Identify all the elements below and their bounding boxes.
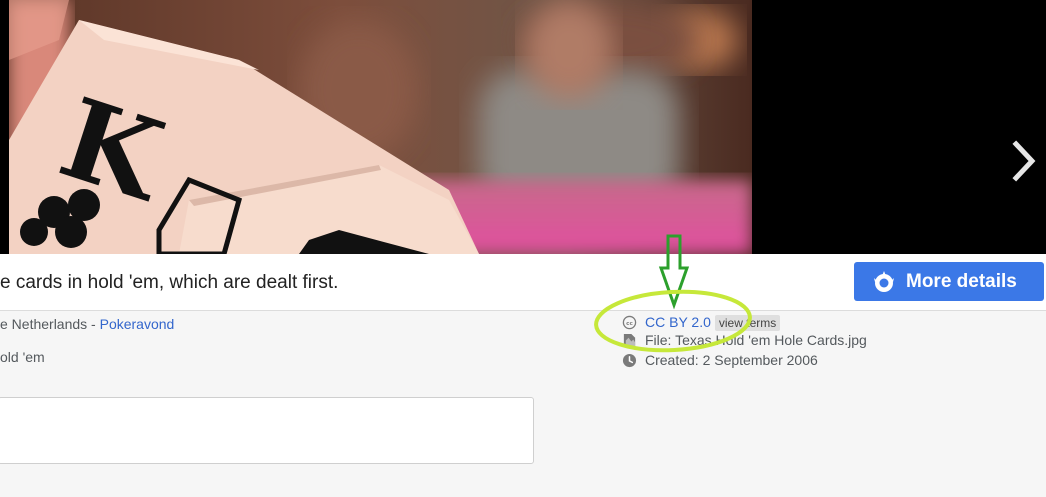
more-details-button[interactable]: More details bbox=[854, 262, 1044, 301]
file-line: File: Texas Hold 'em Hole Cards.jpg bbox=[622, 332, 867, 348]
license-line: cc CC BY 2.0 view terms bbox=[622, 314, 781, 331]
view-terms-button[interactable]: view terms bbox=[714, 315, 781, 331]
created-date: Created: 2 September 2006 bbox=[645, 352, 818, 368]
category-text: old 'em bbox=[0, 349, 45, 365]
author-line: e Netherlands - Pokeravond bbox=[0, 316, 174, 332]
file-icon bbox=[623, 333, 636, 348]
image-caption: e cards in hold 'em, which are dealt fir… bbox=[0, 272, 339, 293]
file-name: File: Texas Hold 'em Hole Cards.jpg bbox=[645, 332, 867, 348]
author-link[interactable]: Pokeravond bbox=[100, 316, 175, 332]
created-line: Created: 2 September 2006 bbox=[622, 352, 818, 368]
more-details-label: More details bbox=[906, 271, 1017, 292]
comment-box[interactable] bbox=[0, 397, 534, 464]
author-prefix: e Netherlands - bbox=[0, 316, 100, 332]
clock-icon bbox=[622, 353, 637, 368]
next-image-button[interactable] bbox=[1004, 138, 1044, 184]
cc-icon: cc bbox=[622, 315, 637, 330]
mediaviewer-icon bbox=[874, 271, 894, 292]
license-link[interactable]: CC BY 2.0 bbox=[645, 314, 711, 330]
svg-text:cc: cc bbox=[626, 321, 633, 327]
chevron-right-icon bbox=[1012, 140, 1036, 182]
photo-texas-holdem-cards: K bbox=[9, 0, 752, 254]
image-viewer: K bbox=[0, 0, 1046, 254]
